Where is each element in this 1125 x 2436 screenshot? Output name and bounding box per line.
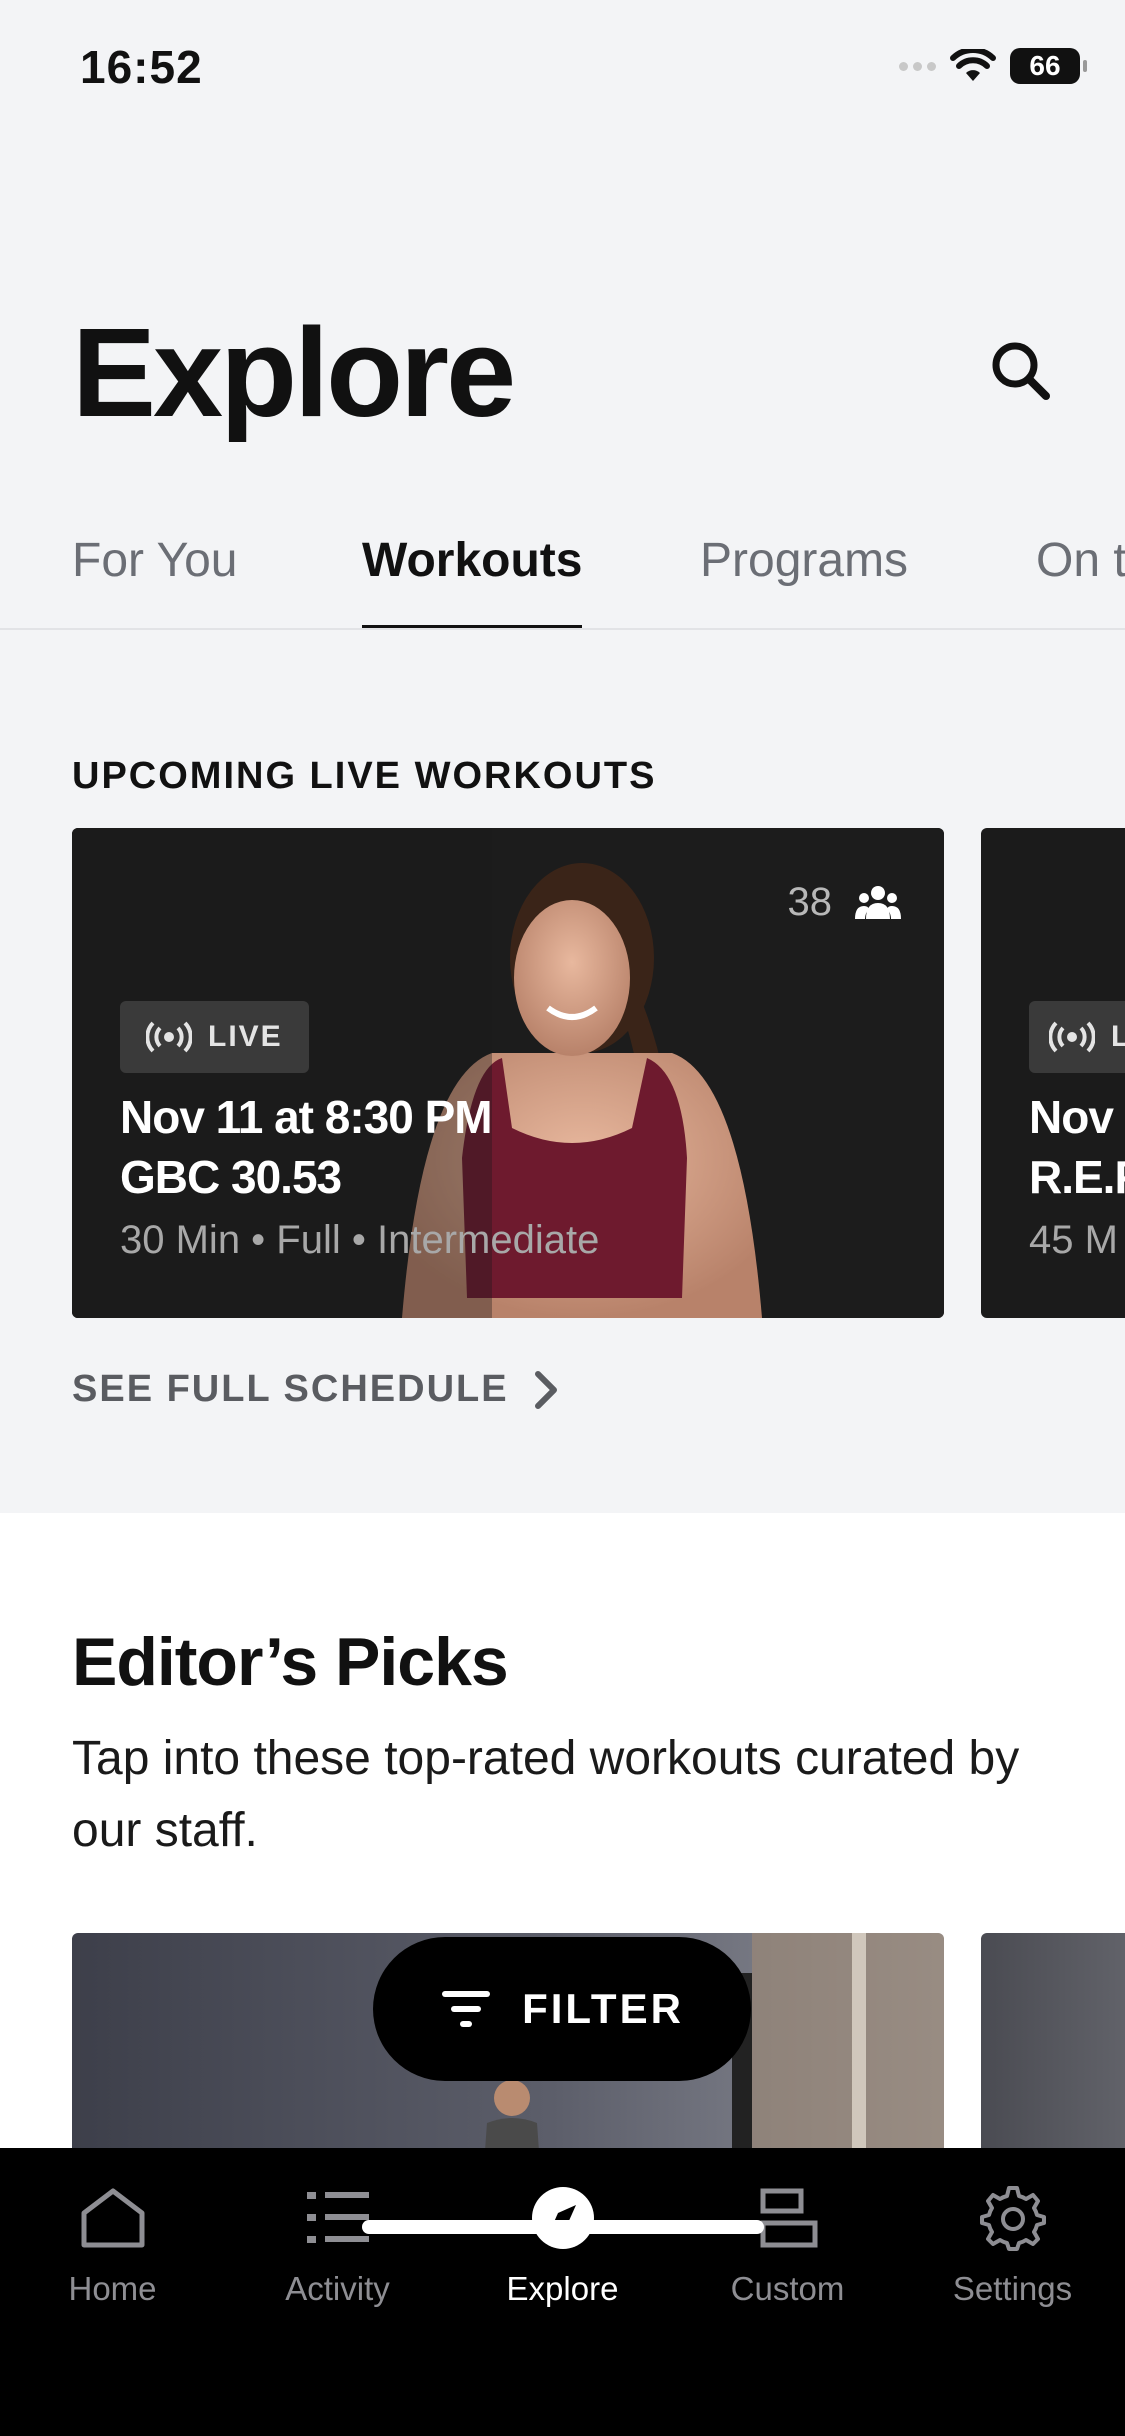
tabbar-item-custom[interactable]: Custom [675, 2180, 900, 2308]
participant-count: 38 [788, 880, 903, 925]
wifi-icon [950, 49, 996, 81]
status-icons: 66 [899, 48, 1087, 84]
tabbar-item-explore[interactable]: Explore [450, 2180, 675, 2308]
workout-name: GBC 30.53 [120, 1151, 342, 1203]
tabbar-label-activity: Activity [285, 2270, 390, 2307]
status-bar: 16:52 66 [0, 0, 1125, 140]
home-indicator [362, 2220, 764, 2234]
search-button[interactable] [980, 330, 1060, 410]
workout-date: Nov 11 at 8:30 PM [120, 1091, 493, 1143]
live-badge: LIVE [120, 1001, 309, 1073]
people-icon [855, 885, 901, 919]
section-heading-live: UPCOMING LIVE WORKOUTS [72, 755, 657, 797]
broadcast-icon [1049, 1021, 1095, 1053]
compass-icon [531, 2187, 594, 2249]
workout-name: R.E.F [1029, 1151, 1125, 1203]
status-time: 16:52 [80, 41, 203, 93]
filter-button[interactable]: FILTER [373, 1937, 751, 2081]
chevron-right-icon [534, 1370, 557, 1409]
workout-date: Nov 1 [1029, 1091, 1125, 1143]
tab-on-demand[interactable]: On t [1036, 533, 1125, 628]
filter-icon [442, 1991, 491, 2027]
workout-meta: 30 Min • Full • Intermediate [120, 1218, 600, 1262]
tabbar-label-home: Home [68, 2270, 157, 2307]
see-full-schedule-link[interactable]: SEE FULL SCHEDULE [72, 1368, 559, 1411]
tab-workouts[interactable]: Workouts [362, 533, 583, 628]
live-badge-label: LIVE [208, 1020, 283, 1053]
search-icon [992, 342, 1050, 400]
live-badge-label: L [1111, 1020, 1125, 1053]
see-full-schedule-label: SEE FULL SCHEDULE [72, 1368, 509, 1410]
category-tabs: For You Workouts Programs On t [0, 515, 1125, 630]
home-icon [81, 2188, 144, 2248]
tab-for-you[interactable]: For You [72, 533, 237, 628]
tabbar-label-custom: Custom [730, 2270, 845, 2307]
tabbar-item-activity[interactable]: Activity [225, 2180, 450, 2308]
gear-icon [979, 2186, 1046, 2251]
editors-picks-title: Editor’s Picks [72, 1624, 509, 1700]
tab-programs[interactable]: Programs [700, 533, 908, 628]
battery-icon: 66 [1010, 48, 1087, 84]
custom-icon [760, 2188, 817, 2248]
live-badge: L [1029, 1001, 1125, 1073]
tabbar-item-settings[interactable]: Settings [900, 2180, 1125, 2308]
filter-label: FILTER [522, 1985, 684, 2032]
live-workout-card-next[interactable]: L Nov 1 R.E.F 45 M [981, 828, 1125, 1318]
workout-meta: 45 M [1029, 1218, 1118, 1262]
page-title: Explore [72, 302, 516, 443]
participant-count-value: 38 [787, 880, 833, 924]
list-icon [306, 2192, 369, 2243]
editors-picks-description: Tap into these top-rated workouts curate… [72, 1732, 1020, 1857]
live-workout-card[interactable]: 38 LIVE Nov 11 at 8:30 PM GBC 30.53 30 M… [72, 828, 944, 1318]
cellular-signal-icon [899, 61, 936, 71]
broadcast-icon [146, 1021, 192, 1053]
bottom-tab-bar: Home Activity Explore Custom Settings [0, 2148, 1125, 2436]
tabbar-label-explore: Explore [506, 2270, 619, 2307]
tabbar-item-home[interactable]: Home [0, 2180, 225, 2308]
tabbar-label-settings: Settings [952, 2270, 1073, 2307]
